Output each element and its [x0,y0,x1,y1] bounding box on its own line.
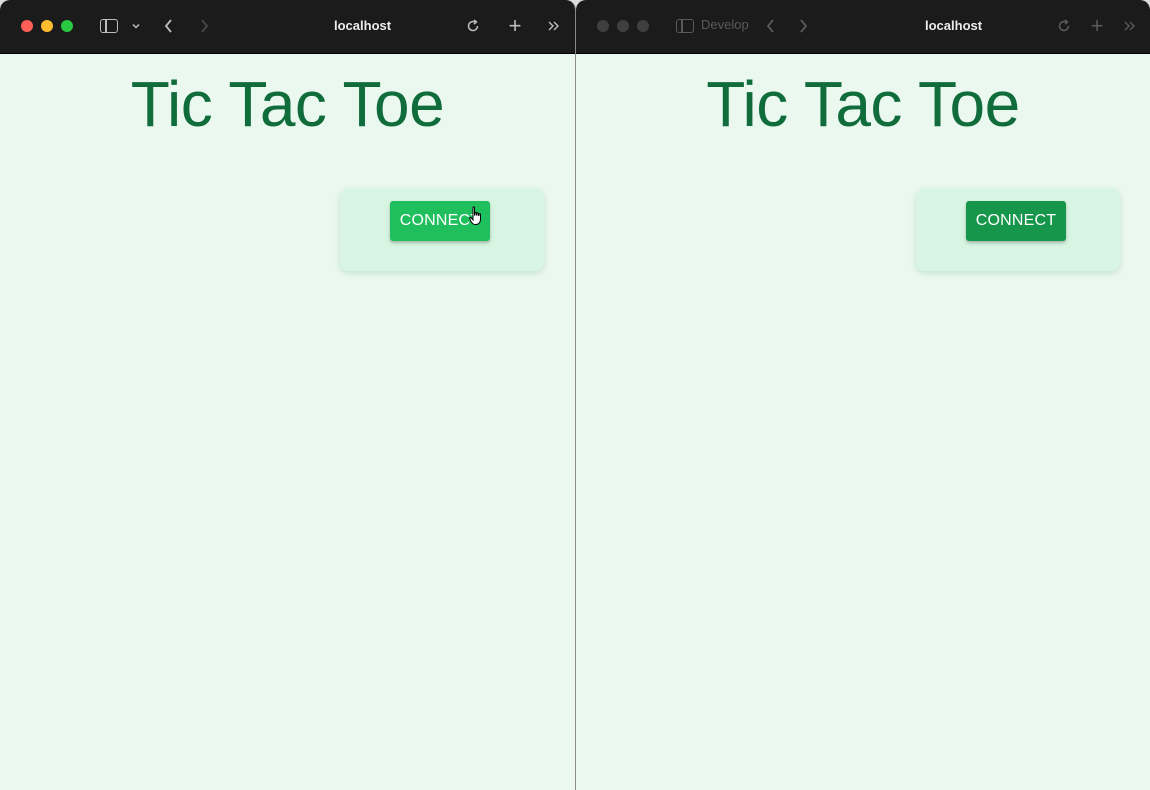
address-bar[interactable]: localhost [334,18,391,33]
connect-button[interactable]: CONNECT [390,201,490,241]
page-title: Tic Tac Toe [706,68,1020,140]
connect-panel: CONNECT [916,189,1120,271]
close-window-icon[interactable] [597,20,609,32]
close-window-icon[interactable] [21,20,33,32]
connect-panel: CONNECT [340,189,544,271]
reload-icon[interactable] [1055,14,1073,38]
browser-toolbar: Develop localhost + [576,0,1150,54]
browser-window-right: Develop localhost + Tic Tac Toe CONNECT [576,0,1150,790]
back-arrow-icon[interactable] [160,14,178,38]
sidebar-toggle-icon[interactable] [675,14,695,38]
browser-toolbar: localhost + [0,0,575,54]
forward-arrow-icon[interactable] [794,14,812,38]
double-chevron-right-icon[interactable] [545,14,563,38]
maximize-window-icon[interactable] [61,20,73,32]
desktop: localhost + Tic Tac Toe CONNECT Develop … [0,0,1150,790]
plus-icon[interactable]: + [1087,14,1107,38]
minimize-window-icon[interactable] [41,20,53,32]
forward-arrow-icon[interactable] [195,14,213,38]
browser-window-left: localhost + Tic Tac Toe CONNECT [0,0,576,790]
maximize-window-icon[interactable] [637,20,649,32]
sidebar-toggle-icon[interactable] [99,14,119,38]
plus-icon[interactable]: + [505,14,525,38]
page-title: Tic Tac Toe [130,68,445,140]
page-content: Tic Tac Toe CONNECT [0,54,575,790]
tab-label[interactable]: Develop [701,17,749,32]
double-chevron-right-icon[interactable] [1121,14,1139,38]
back-arrow-icon[interactable] [762,14,780,38]
minimize-window-icon[interactable] [617,20,629,32]
connect-button[interactable]: CONNECT [966,201,1066,241]
page-content: Tic Tac Toe CONNECT [576,54,1150,790]
address-bar[interactable]: localhost [925,18,982,33]
chevron-down-icon[interactable] [130,14,142,38]
reload-icon[interactable] [464,14,482,38]
